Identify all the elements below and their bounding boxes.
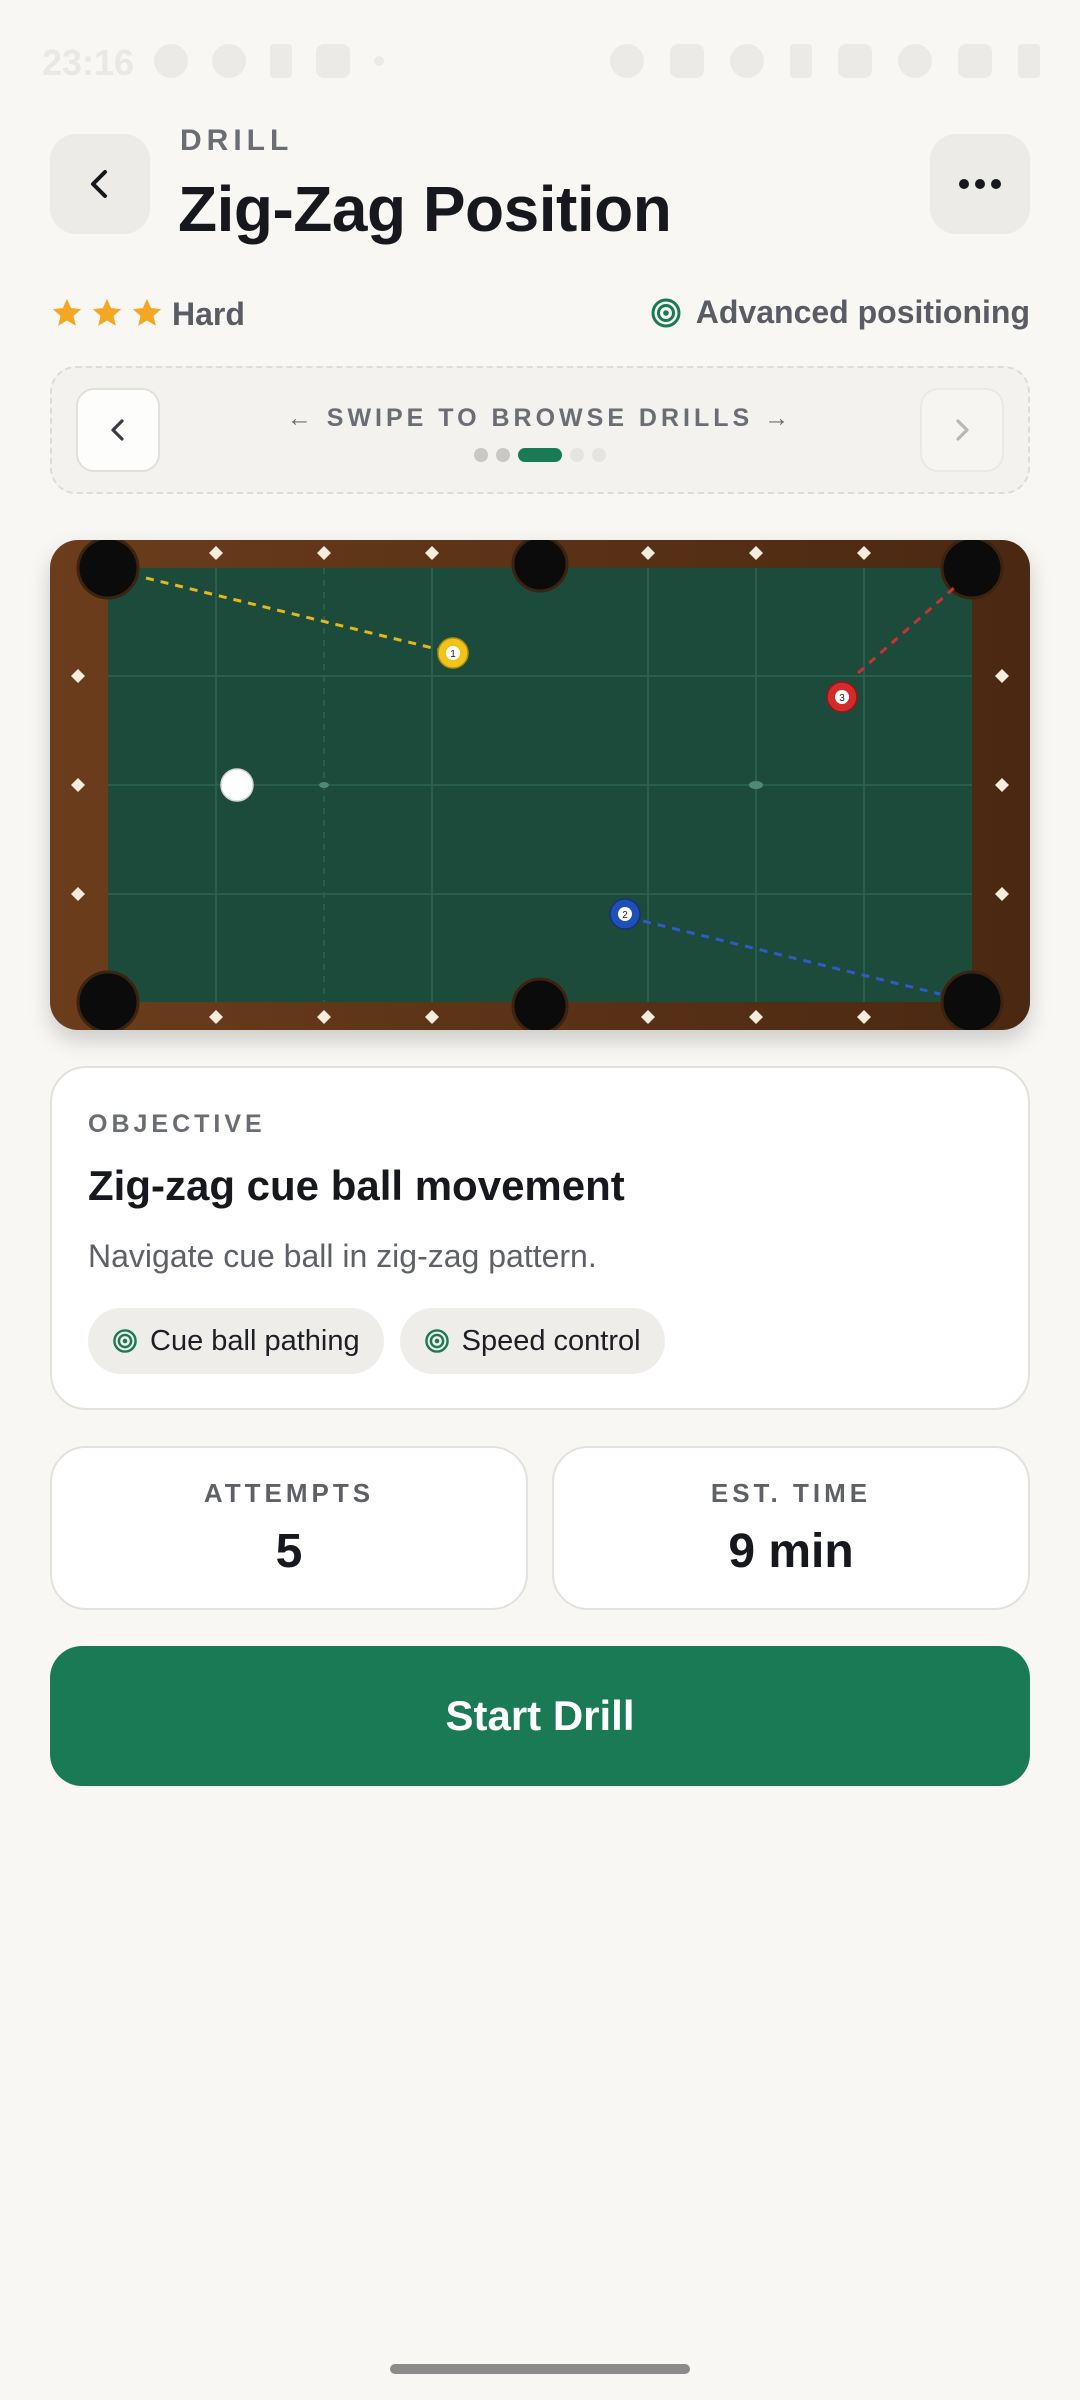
page-dot (570, 448, 584, 462)
pool-table-svg: 1 3 2 (50, 540, 1030, 1030)
drill-detail-screen: 23:16 DRILL Zig-Zag Position Hard Advanc… (0, 0, 1080, 2400)
back-button[interactable] (50, 134, 150, 234)
notification-icons (154, 44, 384, 78)
more-horizontal-icon (959, 179, 1001, 189)
arrow-left-icon: ← (286, 404, 316, 432)
star-icon (52, 298, 82, 326)
category-badge: Advanced positioning (650, 294, 1030, 331)
objective-eyebrow: OBJECTIVE (88, 1110, 266, 1138)
svg-text:1: 1 (450, 649, 456, 660)
page-indicator (52, 448, 1028, 462)
swipe-hint: ← SWIPE TO BROWSE DRILLS → (52, 404, 1028, 433)
arrow-right-icon: → (764, 404, 794, 432)
target-icon (113, 1329, 137, 1353)
page-title: Zig-Zag Position (178, 173, 672, 245)
battery-icon (1018, 44, 1040, 78)
foot-spot (749, 781, 763, 789)
target-icon (651, 298, 681, 327)
star-icon (92, 298, 122, 326)
home-indicator[interactable] (390, 2364, 690, 2374)
skill-tag-label: Speed control (461, 1324, 641, 1357)
wifi-icon (898, 44, 932, 78)
objective-title: Zig-zag cue ball movement (88, 1162, 625, 1209)
svg-text:2: 2 (622, 910, 628, 921)
chevron-left-icon (91, 170, 107, 198)
category-label: Advanced positioning (695, 294, 1030, 330)
shield-icon (212, 44, 246, 78)
ball-1: 1 (437, 637, 469, 669)
cue-ball (220, 768, 254, 802)
skill-tag: Cue ball pathing (88, 1308, 384, 1374)
ball-3: 3 (826, 681, 858, 713)
swipe-hint-text: SWIPE TO BROWSE DRILLS (326, 404, 754, 432)
head-spot (319, 782, 329, 788)
alarm-icon (610, 44, 644, 78)
objective-description: Navigate cue ball in zig-zag pattern. (88, 1238, 597, 1274)
nfc-icon (670, 44, 704, 78)
status-bar: 23:16 (0, 0, 1080, 120)
target-icon (424, 1329, 449, 1353)
status-time: 23:16 (42, 42, 135, 83)
system-icons (610, 44, 1040, 78)
drill-swiper[interactable]: ← SWIPE TO BROWSE DRILLS → (50, 366, 1030, 494)
skill-tag: Speed control (399, 1308, 665, 1374)
objective-card: OBJECTIVE Zig-zag cue ball movement Navi… (50, 1066, 1030, 1410)
est-time-value: 9 min (728, 1525, 854, 1578)
whatsapp-icon (154, 44, 188, 78)
difficulty-stars (50, 296, 164, 330)
page-dot (592, 448, 606, 462)
phone-icon (270, 44, 292, 78)
svg-text:3: 3 (839, 693, 845, 704)
next-drill-button[interactable] (920, 388, 1004, 472)
key-icon (730, 44, 764, 78)
page-dot (474, 448, 488, 462)
difficulty-label: Hard (172, 296, 245, 332)
pool-table-diagram: 1 3 2 (50, 540, 1030, 1030)
start-drill-button[interactable]: Start Drill (50, 1646, 1030, 1786)
ball-2: 2 (609, 898, 641, 930)
page-dot (496, 448, 510, 462)
est-time-label: EST. TIME (710, 1478, 872, 1508)
star-icon (132, 298, 162, 326)
more-notifications-icon (374, 56, 384, 66)
skill-tags: Cue ball pathing Speed control (88, 1308, 665, 1374)
signal-icon (958, 44, 992, 78)
chevron-right-icon (956, 419, 969, 441)
start-drill-label: Start Drill (445, 1692, 635, 1739)
mail-icon (316, 44, 350, 78)
page-dot-active (518, 448, 562, 462)
attempts-label: ATTEMPTS (203, 1478, 375, 1508)
est-time-stat: EST. TIME 9 min (552, 1446, 1030, 1610)
attempts-stat: ATTEMPTS 5 (50, 1446, 528, 1610)
attempts-value: 5 (275, 1525, 303, 1578)
header-eyebrow: DRILL (180, 124, 294, 157)
skill-tag-label: Cue ball pathing (150, 1324, 360, 1357)
bluetooth-icon (790, 44, 812, 78)
more-options-button[interactable] (930, 134, 1030, 234)
volte-icon (838, 44, 872, 78)
